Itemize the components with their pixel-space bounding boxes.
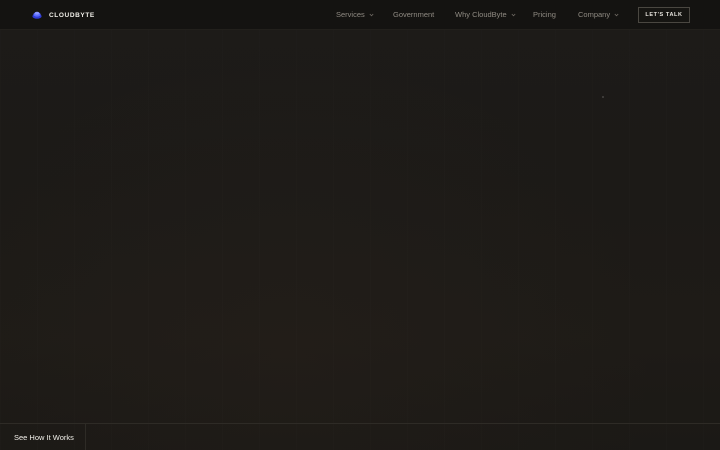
nav-item-label: Pricing <box>533 10 556 19</box>
nav-item-label: Company <box>578 10 611 19</box>
nav-item-why-cloudbyte[interactable]: Why CloudByte <box>455 10 516 19</box>
background-dot <box>602 96 604 98</box>
nav-item-government[interactable]: Government <box>393 10 434 19</box>
lets-talk-button[interactable]: LET'S TALK <box>638 7 690 23</box>
see-how-it-works-button[interactable]: See How It Works <box>0 424 86 450</box>
nav-item-label: Services <box>336 10 365 19</box>
brand-home-link[interactable]: CLOUDBYTE <box>32 9 95 21</box>
nav-item-services[interactable]: Services <box>336 10 374 19</box>
brand-name: CLOUDBYTE <box>49 11 95 19</box>
chevron-down-icon <box>614 13 619 16</box>
chevron-down-icon <box>511 13 516 16</box>
see-how-label: See How It Works <box>14 432 74 442</box>
nav-item-label: Government <box>393 10 435 19</box>
chevron-down-icon <box>369 13 374 16</box>
nav-item-pricing[interactable]: Pricing <box>533 10 556 19</box>
page: CLOUDBYTE Services Government Why CloudB… <box>0 0 720 450</box>
background-texture <box>0 0 720 450</box>
top-navbar: CLOUDBYTE Services Government Why CloudB… <box>0 0 720 30</box>
nav-item-label: Why CloudByte <box>455 10 507 19</box>
nav-item-company[interactable]: Company <box>578 10 619 19</box>
cloud-stack-icon <box>32 11 42 19</box>
hero-bottom-bar: See How It Works <box>0 423 720 450</box>
